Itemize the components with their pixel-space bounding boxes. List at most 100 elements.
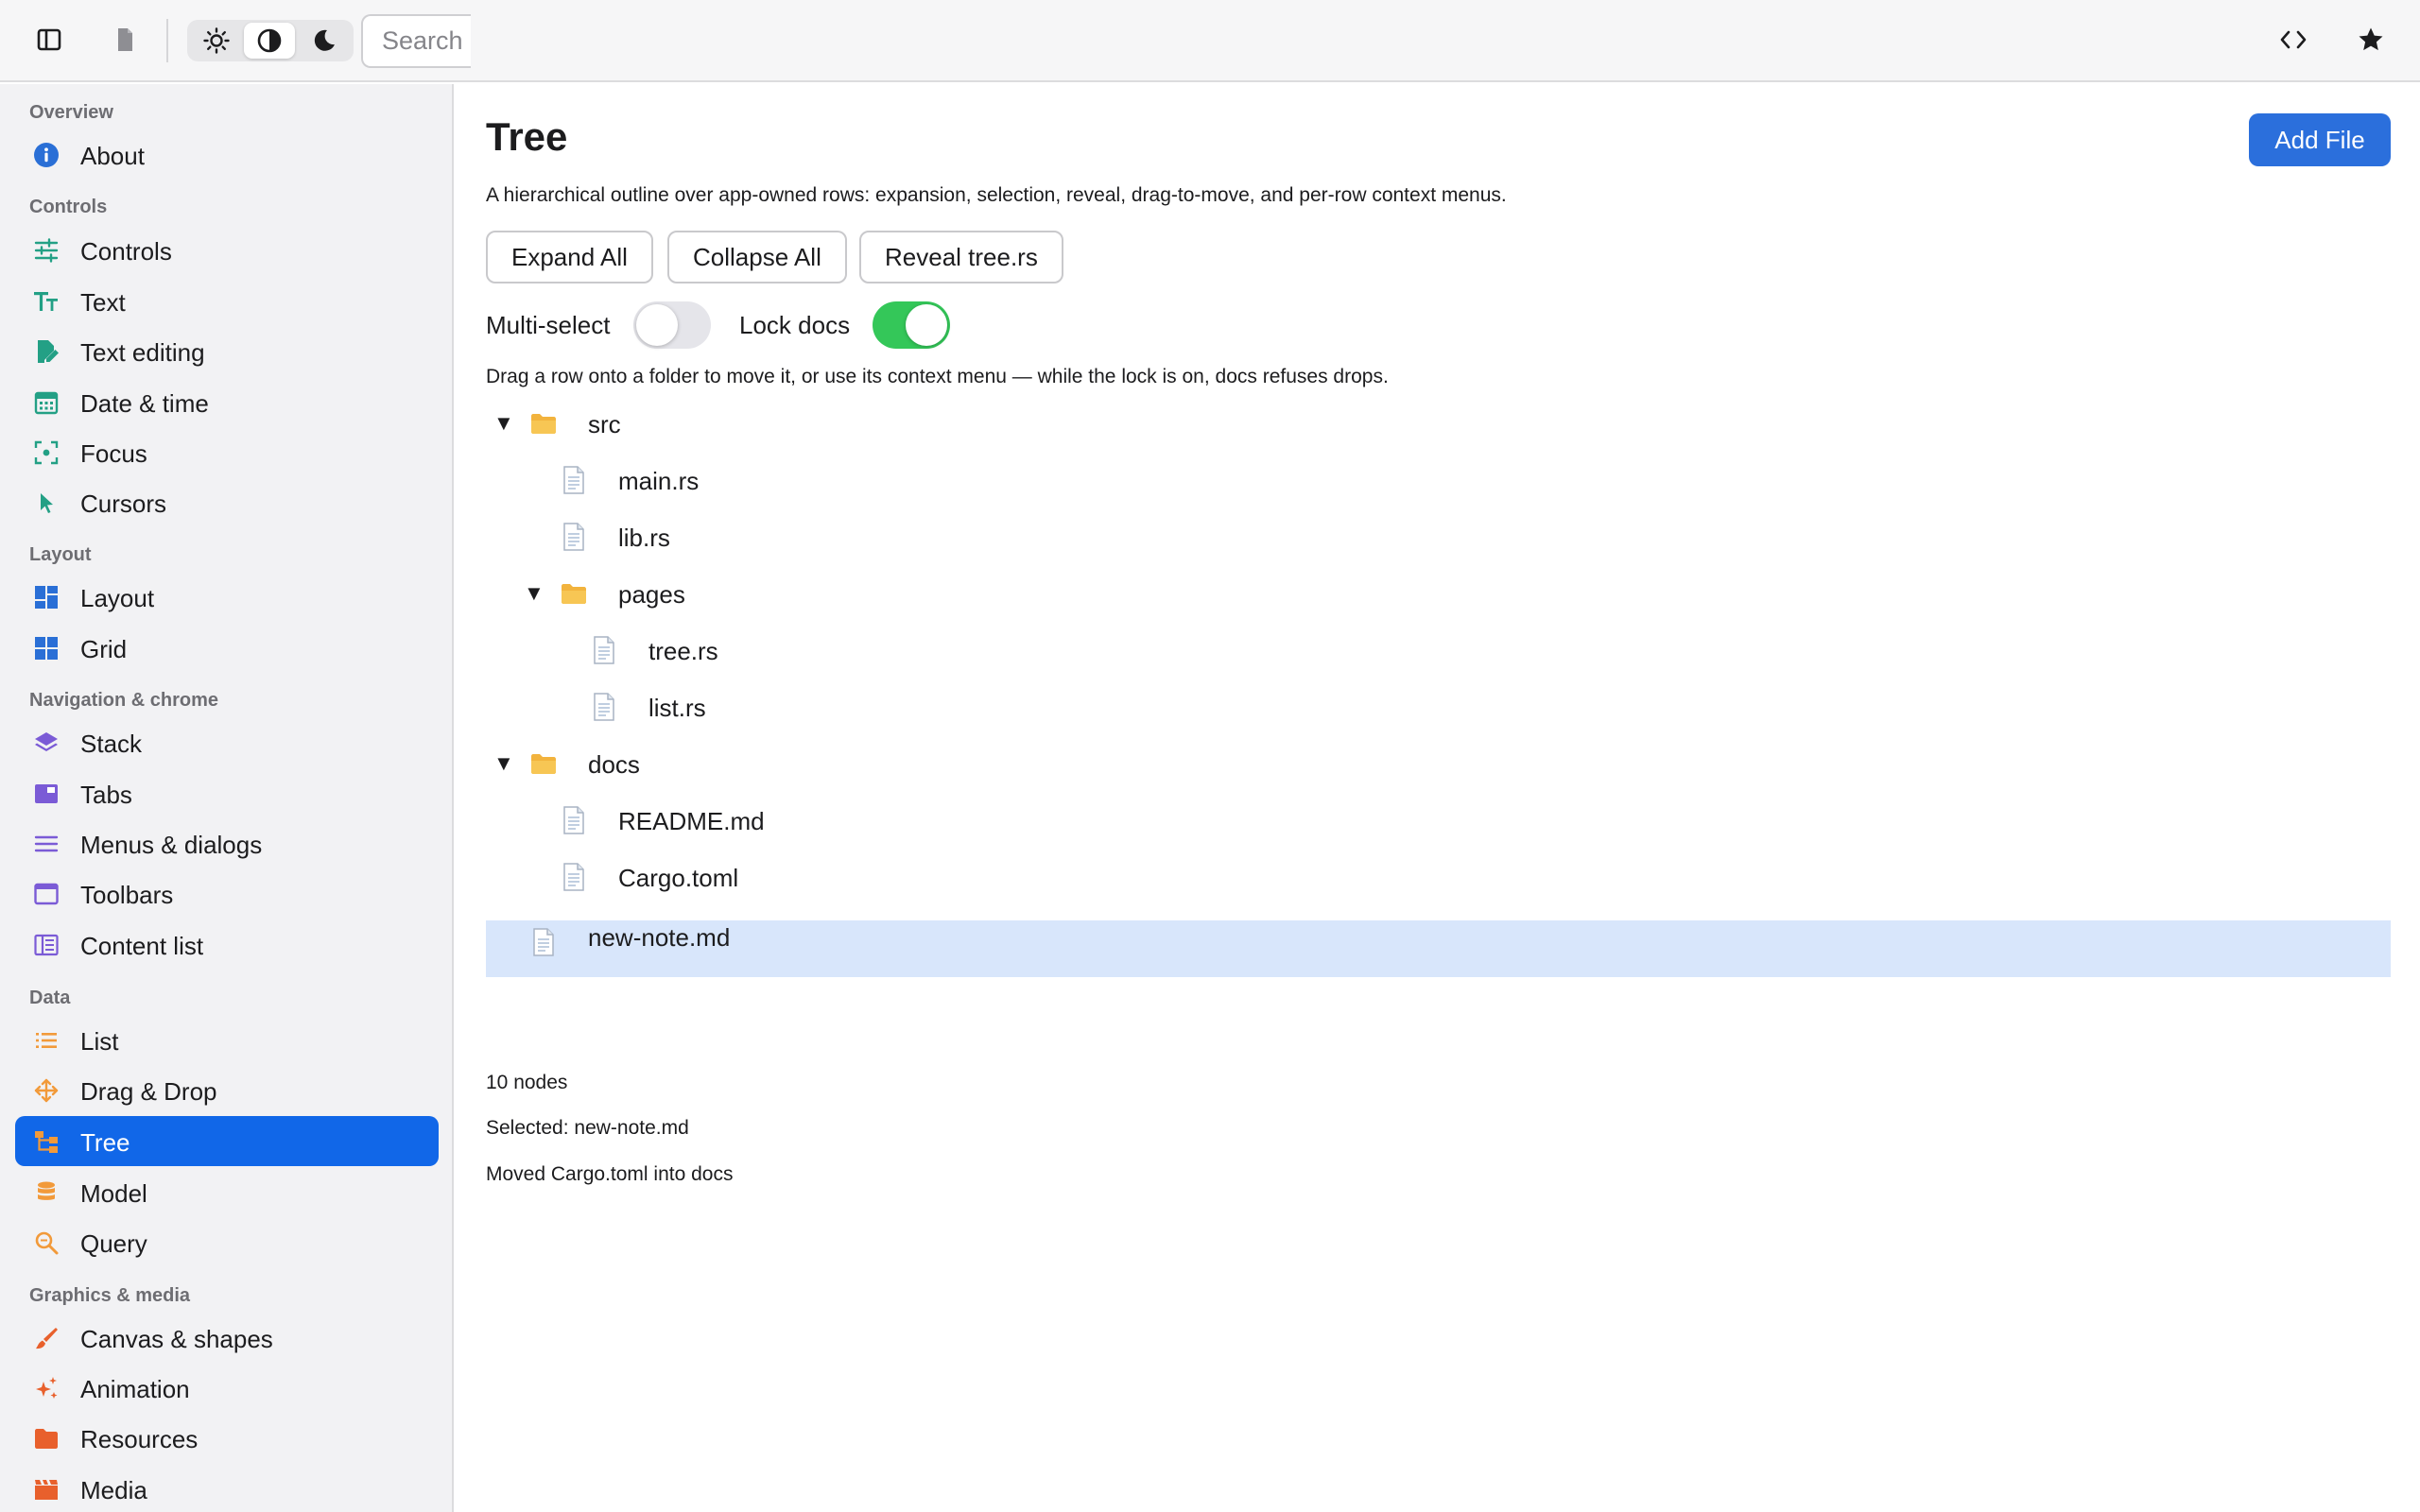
- sliders-icon: [32, 236, 60, 265]
- sidebar-item-label: Layout: [80, 584, 155, 612]
- sidebar-item-label: Tree: [80, 1128, 130, 1157]
- tree-row-label: Cargo.toml: [618, 864, 739, 892]
- tree-row-new-note-md[interactable]: new-note.md: [486, 920, 2391, 977]
- tabs-icon: [32, 780, 60, 808]
- tree-row-docs[interactable]: ▼ docs: [486, 736, 2391, 793]
- reveal-button[interactable]: Reveal tree.rs: [859, 231, 1063, 284]
- sidebar-item-label: Media: [80, 1476, 147, 1504]
- sidebar-item-tree[interactable]: Tree: [15, 1116, 439, 1166]
- sidebar-item-media[interactable]: Media: [15, 1464, 439, 1512]
- disclosure-triangle-icon[interactable]: ▼: [524, 581, 544, 606]
- sidebar-item-label: Content list: [80, 932, 204, 960]
- tree-row-pages[interactable]: ▼ pages: [486, 566, 2391, 623]
- tree-icon: [32, 1127, 60, 1156]
- sidebar-item-label: Controls: [80, 237, 172, 266]
- folder-icon: [529, 747, 558, 780]
- tree-row-label: new-note.md: [588, 923, 731, 952]
- sidebar-toggle-button[interactable]: [28, 19, 70, 60]
- content-list-icon: [32, 931, 60, 959]
- toolbar-divider: [166, 19, 168, 62]
- file-icon: [590, 691, 618, 723]
- section-title-graphics-media: Graphics & media: [29, 1285, 191, 1306]
- sidebar-item-content-list[interactable]: Content list: [15, 919, 439, 970]
- sun-icon: [203, 27, 230, 54]
- tree-row-readme-md[interactable]: README.md: [486, 793, 2391, 850]
- folder-icon: [529, 407, 558, 439]
- sidebar-item-focus[interactable]: Focus: [15, 427, 439, 477]
- sidebar-item-label: Animation: [80, 1375, 190, 1403]
- view-source-button[interactable]: [2273, 19, 2314, 60]
- layout-icon: [32, 583, 60, 611]
- text-size-icon: [32, 287, 60, 316]
- multi-select-toggle[interactable]: [633, 301, 711, 349]
- sidebar-item-label: Model: [80, 1179, 147, 1208]
- sidebar-item-controls[interactable]: Controls: [15, 225, 439, 275]
- tree-row-cargo-toml[interactable]: Cargo.toml: [486, 850, 2391, 906]
- sidebar-item-tabs[interactable]: Tabs: [15, 768, 439, 818]
- lock-docs-label: Lock docs: [739, 311, 851, 339]
- sidebar-item-layout[interactable]: Layout: [15, 572, 439, 622]
- top-toolbar: [0, 0, 2420, 82]
- sidebar-item-grid[interactable]: Grid: [15, 623, 439, 673]
- film-icon: [32, 1475, 60, 1503]
- page-title: Tree: [486, 114, 568, 159]
- sidebar-item-resources[interactable]: Resources: [15, 1413, 439, 1463]
- calendar-icon: [32, 388, 60, 417]
- document-button[interactable]: [104, 19, 146, 60]
- favorite-button[interactable]: [2350, 19, 2392, 60]
- sidebar-item-query[interactable]: Query: [15, 1217, 439, 1267]
- sidebar-item-date-time[interactable]: Date & time: [15, 377, 439, 427]
- search-input[interactable]: [361, 14, 471, 68]
- tree-row-main-rs[interactable]: main.rs: [486, 453, 2391, 509]
- document-icon: [118, 28, 132, 51]
- sidebar-item-drag-drop[interactable]: Drag & Drop: [15, 1065, 439, 1115]
- sidebar-item-animation[interactable]: Animation: [15, 1363, 439, 1413]
- collapse-all-button[interactable]: Collapse All: [667, 231, 847, 284]
- file-icon: [560, 464, 588, 496]
- sidebar-item-canvas-shapes[interactable]: Canvas & shapes: [15, 1313, 439, 1363]
- sidebar-item-text[interactable]: Text: [15, 276, 439, 326]
- tree-row-label: pages: [618, 580, 685, 609]
- sidebar-item-list[interactable]: List: [15, 1015, 439, 1065]
- add-file-button[interactable]: Add File: [2249, 113, 2391, 166]
- disclosure-triangle-icon[interactable]: ▼: [493, 411, 514, 436]
- sidebar-item-text-editing[interactable]: Text editing: [15, 326, 439, 376]
- toggle-knob: [636, 304, 678, 346]
- sidebar-item-label: Tabs: [80, 781, 132, 809]
- tree-row-lib-rs[interactable]: lib.rs: [486, 509, 2391, 566]
- sidebar-item-label: Focus: [80, 439, 147, 468]
- sidebar-item-label: Resources: [80, 1425, 199, 1453]
- toggle-knob: [906, 304, 947, 346]
- light-theme-button[interactable]: [191, 23, 242, 59]
- sidebar-item-about[interactable]: About: [15, 129, 439, 180]
- sparkle-icon: [32, 1374, 60, 1402]
- tree-row-list-rs[interactable]: list.rs: [486, 679, 2391, 736]
- auto-theme-button[interactable]: [244, 23, 295, 59]
- tree-row-label: tree.rs: [648, 637, 718, 665]
- sidebar-item-label: About: [80, 142, 145, 170]
- sidebar-item-label: Cursors: [80, 490, 167, 518]
- sidebar-item-stack[interactable]: Stack: [15, 717, 439, 767]
- toolbar-icon: [32, 880, 60, 908]
- disclosure-triangle-icon[interactable]: ▼: [493, 751, 514, 776]
- sidebar-item-toolbars[interactable]: Toolbars: [15, 868, 439, 919]
- folder-icon: [560, 577, 588, 610]
- page-description: A hierarchical outline over app-owned ro…: [486, 184, 1507, 206]
- contrast-icon: [257, 28, 282, 53]
- section-title-controls: Controls: [29, 197, 108, 217]
- sidebar-item-model[interactable]: Model: [15, 1167, 439, 1217]
- section-title-overview: Overview: [29, 102, 113, 123]
- section-title-navigation: Navigation & chrome: [29, 690, 219, 711]
- theme-switcher: [187, 20, 354, 61]
- tree-row-src[interactable]: ▼ src: [486, 396, 2391, 453]
- tree-row-label: list.rs: [648, 694, 706, 722]
- tree-row-tree-rs[interactable]: tree.rs: [486, 623, 2391, 679]
- star-icon: [2359, 27, 2383, 51]
- sidebar-item-cursors[interactable]: Cursors: [15, 477, 439, 527]
- lock-docs-toggle[interactable]: [873, 301, 950, 349]
- sidebar-item-label: Text: [80, 288, 126, 317]
- sidebar-item-menus-dialogs[interactable]: Menus & dialogs: [15, 818, 439, 868]
- expand-all-button[interactable]: Expand All: [486, 231, 653, 284]
- dark-theme-button[interactable]: [299, 23, 350, 59]
- selection-status: Selected: new-note.md: [486, 1117, 689, 1139]
